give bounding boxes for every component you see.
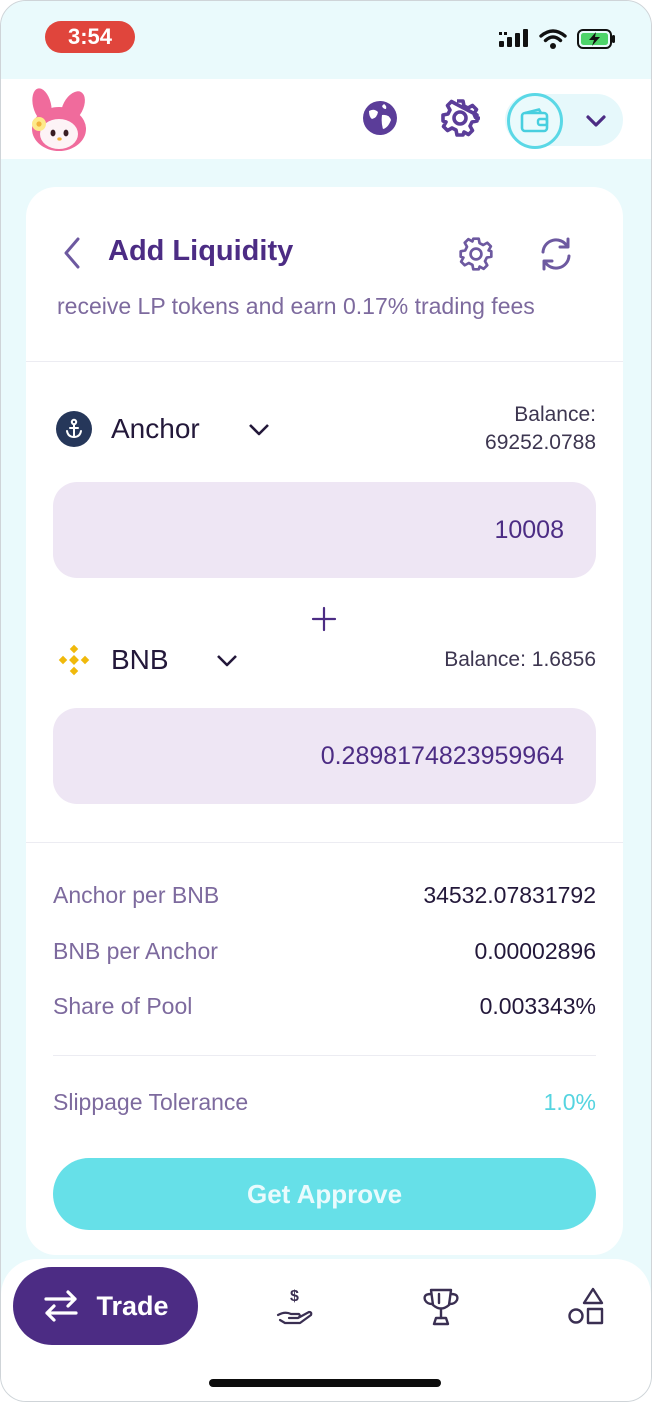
back-button[interactable] (54, 235, 90, 271)
slippage-value[interactable]: 1.0% (544, 1089, 596, 1116)
caret-down-icon[interactable] (248, 423, 270, 437)
chevron-left-icon (64, 237, 80, 269)
token-b-amount-input[interactable]: 0.2898174823959964 (53, 708, 596, 804)
bunny-logo-icon (32, 88, 86, 151)
cellular-signal-icon (499, 29, 528, 47)
nav-trade-label: Trade (96, 1290, 169, 1321)
card-header: Add Liquidity receive LP tokens and earn… (26, 187, 623, 362)
anchor-icon (66, 418, 82, 439)
pool-share-row: Share of Pool 0.003343% (53, 993, 596, 1025)
nav-leaderboard[interactable] (417, 1283, 465, 1331)
earn-icon: $ (276, 1288, 313, 1325)
settings-button[interactable] (439, 97, 481, 139)
refresh-button[interactable] (536, 234, 576, 274)
nav-more[interactable] (563, 1283, 611, 1331)
app-header (1, 79, 651, 159)
wallet-menu-button[interactable] (583, 108, 609, 134)
shapes-icon (568, 1287, 604, 1325)
token-b-row: BNB Balance: 1.6856 (56, 630, 596, 690)
refresh-icon (541, 237, 571, 271)
token-a-selector[interactable]: Anchor (111, 413, 200, 445)
token-a-row: Anchor Balance: 69252.0788 (56, 399, 596, 459)
language-button[interactable] (359, 97, 401, 139)
home-indicator (209, 1379, 441, 1387)
wallet-button[interactable] (507, 93, 563, 149)
wallet-icon (520, 108, 549, 133)
globe-icon (363, 101, 397, 135)
liquidity-settings-button[interactable] (456, 234, 496, 274)
token-b-balance: Balance: 1.6856 (444, 648, 596, 671)
caret-down-icon[interactable] (216, 654, 238, 668)
price-label: BNB per Anchor (53, 938, 218, 964)
price-value: 0.00002896 (474, 938, 596, 964)
price-row: BNB per Anchor 0.00002896 (53, 938, 596, 970)
bnb-icon (58, 644, 90, 676)
svg-text:$: $ (290, 1288, 299, 1305)
chevron-down-icon (586, 115, 606, 127)
phone-frame: 3:54 Add Liquidity receive LP tokens and… (0, 0, 652, 1402)
get-approve-button[interactable]: Get Approve (53, 1158, 596, 1230)
bottom-nav: Trade $ (1, 1259, 651, 1401)
divider (26, 842, 623, 843)
page-subtitle: receive LP tokens and earn 0.17% trading… (57, 293, 535, 319)
nav-trade[interactable]: Trade (13, 1267, 198, 1345)
divider (53, 1055, 596, 1056)
nav-earn[interactable]: $ (271, 1283, 319, 1331)
status-time: 3:54 (45, 21, 135, 53)
token-a-balance-label: Balance: (514, 403, 596, 426)
gear-icon (459, 237, 493, 271)
anchor-token-icon (56, 411, 92, 447)
wallet-control[interactable] (505, 93, 623, 149)
price-row: Anchor per BNB 34532.07831792 (53, 882, 596, 914)
gear-icon (441, 99, 480, 137)
bnb-token-icon (56, 642, 92, 678)
add-liquidity-card: Add Liquidity receive LP tokens and earn… (26, 187, 623, 1255)
pool-share-value: 0.003343% (479, 993, 596, 1019)
page-title: Add Liquidity (108, 235, 294, 267)
price-label: Anchor per BNB (53, 882, 220, 908)
status-bar: 3:54 (1, 1, 651, 77)
pool-share-label: Share of Pool (53, 993, 193, 1019)
bunny-logo[interactable] (25, 87, 91, 153)
wifi-icon (539, 29, 567, 49)
slippage-row[interactable]: Slippage Tolerance 1.0% (53, 1089, 596, 1121)
status-icons (499, 28, 617, 50)
trophy-icon (423, 1288, 459, 1326)
trade-icon (44, 1290, 79, 1322)
token-b-selector[interactable]: BNB (111, 644, 169, 676)
token-a-balance-value: 69252.0788 (485, 431, 596, 454)
price-value: 34532.07831792 (423, 882, 596, 908)
token-a-amount-input[interactable]: 10008 (53, 482, 596, 578)
plus-icon (311, 606, 337, 632)
slippage-label: Slippage Tolerance (53, 1089, 249, 1115)
battery-icon (577, 29, 615, 49)
